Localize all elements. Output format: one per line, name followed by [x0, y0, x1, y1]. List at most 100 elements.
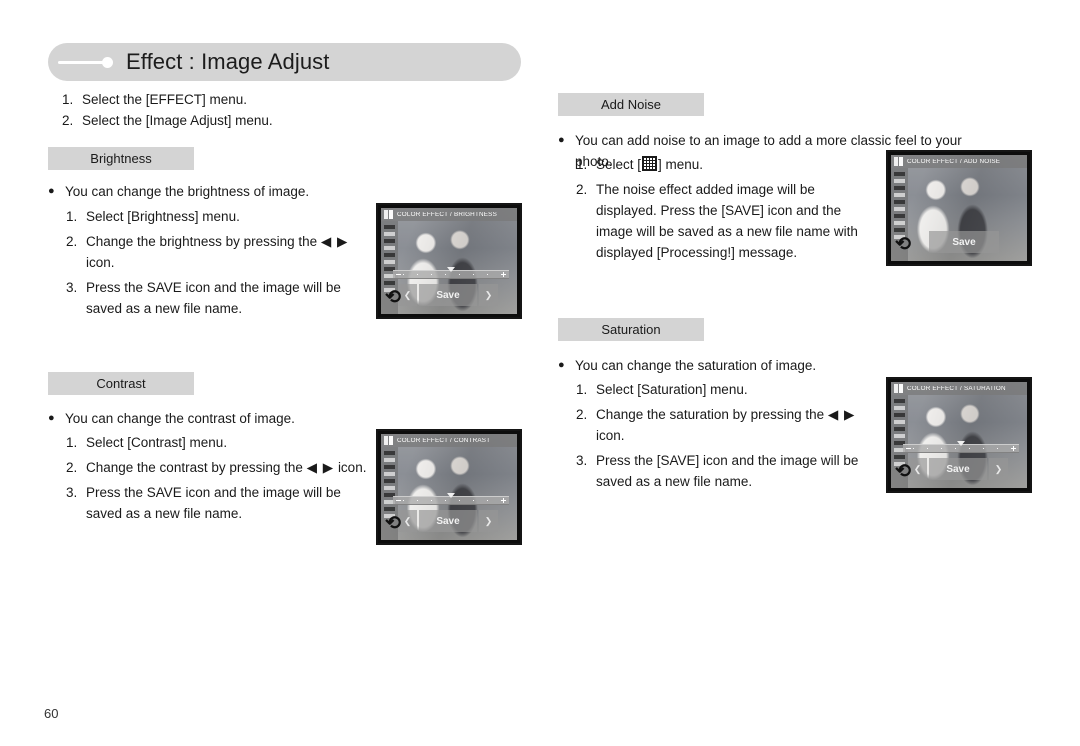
lcd-save-button[interactable]: Save — [929, 231, 999, 253]
bullet-icon: ● — [48, 412, 55, 424]
list-item: 3. Press the SAVE icon and the image wil… — [66, 277, 376, 319]
back-arrow-icon[interactable]: ⟲ — [382, 287, 404, 309]
section-title: Contrast — [96, 376, 146, 391]
back-arrow-icon[interactable]: ⟲ — [892, 234, 914, 256]
lcd-preview-contrast: COLOR EFFECT / CONTRAST ❮ Save ❯ ⟲ — [376, 429, 522, 545]
list-item: 2. The noise effect added image will be … — [576, 179, 866, 263]
lcd-save-button[interactable]: Save — [419, 510, 477, 532]
lcd-title: COLOR EFFECT / BRIGHTNESS — [397, 211, 497, 218]
intro-steps: 1. Select the [EFFECT] menu. 2. Select t… — [62, 89, 482, 131]
list-item: 1. Select [Brightness] menu. — [66, 206, 376, 227]
step-text: Press the SAVE icon and the image will b… — [86, 280, 341, 316]
lcd-titlebar: COLOR EFFECT / SATURATION — [891, 382, 1027, 395]
step-number: 3. — [576, 453, 588, 468]
lcd-right-arrow-button[interactable]: ❯ — [989, 458, 1008, 480]
contrast-bullet: ● You can change the contrast of image. — [48, 408, 378, 429]
saturation-bullet: ● You can change the saturation of image… — [558, 355, 888, 376]
chevron-right-icon: ❯ — [484, 515, 493, 526]
step-text: Press the [SAVE] icon and the image will… — [596, 453, 859, 489]
battery-icon — [894, 384, 898, 393]
contrast-slider[interactable] — [393, 493, 509, 505]
bullet-text: You can change the contrast of image. — [65, 411, 295, 426]
brightness-bullet: ● You can change the brightness of image… — [48, 181, 378, 202]
step-text: Change the brightness by pressing the ◀ … — [86, 231, 376, 273]
step-number: 1. — [66, 435, 78, 450]
step-number: 2. — [66, 460, 78, 475]
page-number: 60 — [44, 706, 59, 721]
back-arrow-icon[interactable]: ⟲ — [382, 513, 404, 535]
minus-icon — [396, 274, 401, 275]
lcd-right-arrow-button[interactable]: ❯ — [479, 284, 498, 306]
step-text: Select [Contrast] menu. — [86, 435, 228, 450]
step-text: Change the contrast by pressing the ◀ ▶ … — [86, 457, 376, 478]
step-text: Select [Brightness] menu. — [86, 209, 240, 224]
step-number: 2. — [576, 407, 588, 422]
slider-knob[interactable] — [447, 493, 455, 498]
list-item: 1. Select [] menu. — [576, 154, 866, 175]
step-text-after: icon. — [86, 255, 115, 270]
step-text: Press the SAVE icon and the image will b… — [86, 485, 341, 521]
minus-icon — [906, 448, 911, 449]
add-noise-steps: 1. Select [] menu. 2. The noise effect a… — [576, 154, 866, 267]
section-title: Saturation — [601, 322, 661, 337]
mode-icon — [899, 384, 903, 393]
step-number: 1. — [576, 382, 588, 397]
saturation-slider[interactable] — [903, 441, 1019, 453]
step-text: Change the saturation by pressing the ◀ … — [596, 404, 886, 446]
list-item: 1. Select [Contrast] menu. — [66, 432, 376, 453]
step-number: 2. — [576, 182, 588, 197]
section-title: Brightness — [90, 151, 152, 166]
page-title-bar: Effect : Image Adjust — [48, 43, 521, 81]
battery-icon — [384, 210, 388, 219]
lcd-title: COLOR EFFECT / SATURATION — [907, 385, 1006, 392]
step-text-before: Change the contrast by pressing the — [86, 460, 303, 475]
lcd-preview-brightness: COLOR EFFECT / BRIGHTNESS ❮ Save ❯ ⟲ — [376, 203, 522, 319]
chevron-left-icon: ❮ — [403, 289, 412, 300]
lcd-save-button[interactable]: Save — [929, 458, 987, 480]
lcd-preview-saturation: COLOR EFFECT / SATURATION ❮ Save ❯ ⟲ — [886, 377, 1032, 493]
bullet-text: You can change the saturation of image. — [575, 358, 817, 373]
brightness-slider[interactable] — [393, 267, 509, 279]
step-number: 1. — [576, 157, 588, 172]
back-arrow-icon[interactable]: ⟲ — [892, 461, 914, 483]
battery-icon — [384, 436, 388, 445]
mode-icon — [899, 157, 903, 166]
section-header-contrast: Contrast — [48, 372, 194, 395]
mode-icon — [389, 436, 393, 445]
step-text: Select [Saturation] menu. — [596, 382, 748, 397]
section-header-saturation: Saturation — [558, 318, 704, 341]
battery-icon — [894, 157, 898, 166]
step-text-after: ] menu. — [658, 157, 704, 172]
saturation-steps: 1. Select [Saturation] menu. 2. Change t… — [576, 379, 886, 496]
list-item: 2. Select the [Image Adjust] menu. — [62, 110, 482, 131]
lcd-right-arrow-button[interactable]: ❯ — [479, 510, 498, 532]
contrast-steps: 1. Select [Contrast] menu. 2. Change the… — [66, 432, 376, 528]
slider-knob[interactable] — [447, 267, 455, 272]
lcd-titlebar: COLOR EFFECT / ADD NOISE — [891, 155, 1027, 168]
bullet-icon: ● — [558, 359, 565, 371]
list-item: 2. Change the brightness by pressing the… — [66, 231, 376, 273]
step-text: Select the [Image Adjust] menu. — [82, 113, 273, 128]
slider-knob[interactable] — [957, 441, 965, 446]
chevron-left-icon: ❮ — [403, 515, 412, 526]
step-number: 2. — [62, 113, 74, 128]
list-item: 3. Press the SAVE icon and the image wil… — [66, 482, 376, 524]
step-text-before: Change the saturation by pressing the — [596, 407, 825, 422]
list-item: 1. Select [Saturation] menu. — [576, 379, 886, 400]
lcd-save-button[interactable]: Save — [419, 284, 477, 306]
step-number: 3. — [66, 485, 78, 500]
step-text: The noise effect added image will be dis… — [596, 182, 858, 260]
lcd-title: COLOR EFFECT / ADD NOISE — [907, 158, 1001, 165]
bullet-icon: ● — [558, 134, 565, 146]
step-text: Select the [EFFECT] menu. — [82, 92, 248, 107]
left-right-arrow-icon: ◀ ▶ — [306, 460, 335, 475]
list-item: 3. Press the [SAVE] icon and the image w… — [576, 450, 886, 492]
minus-icon — [396, 500, 401, 501]
lcd-preview-add-noise: COLOR EFFECT / ADD NOISE Save ⟲ — [886, 150, 1032, 266]
page-title: Effect : Image Adjust — [126, 49, 330, 74]
lcd-titlebar: COLOR EFFECT / CONTRAST — [381, 434, 517, 447]
section-title: Add Noise — [601, 97, 661, 112]
step-text-after: icon. — [596, 428, 625, 443]
chevron-right-icon: ❯ — [484, 289, 493, 300]
section-header-add-noise: Add Noise — [558, 93, 704, 116]
